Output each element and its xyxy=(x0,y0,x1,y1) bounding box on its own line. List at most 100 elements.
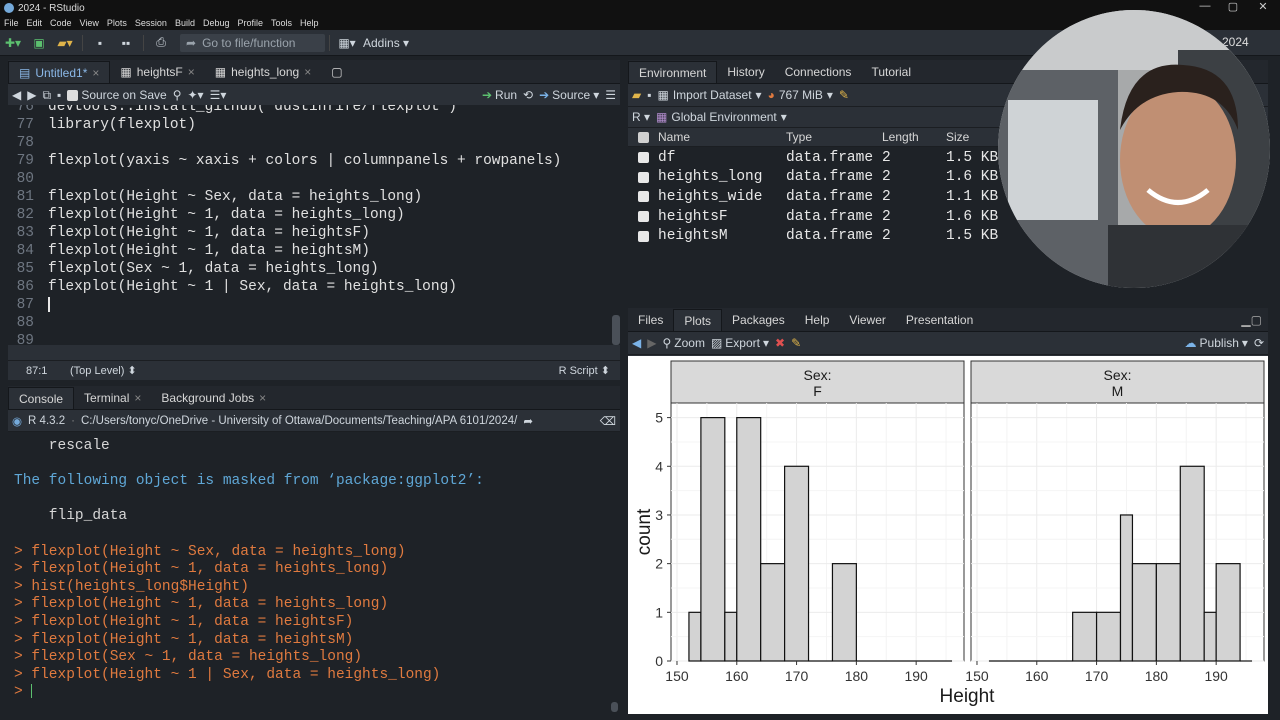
tab-connections[interactable]: Connections xyxy=(775,61,862,83)
export-button[interactable]: ▨ Export ▾ xyxy=(711,336,769,350)
pane-minmax-icon[interactable]: ▁▢ xyxy=(1241,313,1268,331)
new-file-icon[interactable]: ✚▾ xyxy=(3,34,23,52)
column-header-length[interactable]: Length xyxy=(882,130,946,144)
open-file-icon[interactable]: ▰▾ xyxy=(55,34,75,52)
code-line: 83 flexplot(Height ~ 1, data = heightsF) xyxy=(8,224,620,242)
rerun-icon[interactable]: ⟲ xyxy=(523,88,533,102)
column-header-name[interactable]: Name xyxy=(658,130,786,144)
save-workspace-icon[interactable]: ▪ xyxy=(647,88,651,102)
memory-usage-button[interactable]: ◕ 767 MiB ▾ xyxy=(768,88,833,102)
menu-profile[interactable]: Profile xyxy=(234,18,268,28)
previous-plot-icon[interactable]: ◀ xyxy=(632,336,641,350)
x-tick-label: 160 xyxy=(725,668,749,684)
row-checkbox[interactable] xyxy=(638,211,649,223)
show-in-window-icon[interactable]: ⧉ xyxy=(42,88,51,103)
load-workspace-icon[interactable]: ▰ xyxy=(632,88,641,102)
source-button[interactable]: ➔ Source ▾ xyxy=(539,88,599,102)
outline-icon[interactable]: ☰ xyxy=(605,88,616,102)
search-icon[interactable]: ⚲ xyxy=(173,88,182,102)
close-tab-icon[interactable]: × xyxy=(259,391,266,405)
menu-file[interactable]: File xyxy=(0,18,23,28)
goto-file-input[interactable]: ➦ Go to file/function xyxy=(180,33,325,52)
tab-background-jobs[interactable]: Background Jobs × xyxy=(151,387,276,409)
language-selector[interactable]: R ▾ xyxy=(632,110,650,124)
row-checkbox[interactable] xyxy=(638,152,649,164)
print-icon[interactable]: ⎙ xyxy=(151,34,171,52)
select-all-checkbox[interactable] xyxy=(638,131,649,143)
zoom-button[interactable]: ⚲ Zoom xyxy=(662,336,704,350)
new-project-icon[interactable]: ▣ xyxy=(29,34,49,52)
close-tab-icon[interactable]: × xyxy=(304,65,311,79)
scope-selector[interactable]: ▦ Global Environment ▾ xyxy=(656,110,787,124)
menu-tools[interactable]: Tools xyxy=(267,18,296,28)
tab-heights-long[interactable]: ▦ heights_long × xyxy=(205,61,321,83)
environment-icon: ▦ xyxy=(656,110,668,124)
row-checkbox[interactable] xyxy=(638,230,649,242)
menu-code[interactable]: Code xyxy=(46,18,76,28)
editor-vscrollbar[interactable] xyxy=(612,315,620,345)
tab-history[interactable]: History xyxy=(717,61,774,83)
maximize-button[interactable]: ▢ xyxy=(1218,0,1248,13)
tab-plots[interactable]: Plots xyxy=(673,309,723,331)
list-icon[interactable]: ☰▾ xyxy=(210,88,227,102)
close-button[interactable]: ✕ xyxy=(1248,0,1278,13)
broom-icon[interactable]: ✎ xyxy=(839,88,849,102)
menu-plots[interactable]: Plots xyxy=(103,18,131,28)
minimize-button[interactable]: — xyxy=(1190,0,1220,12)
tab-terminal[interactable]: Terminal × xyxy=(74,387,151,409)
tab-packages[interactable]: Packages xyxy=(722,309,795,331)
scope-selector[interactable]: (Top Level) ⬍ xyxy=(62,364,137,377)
row-checkbox[interactable] xyxy=(638,191,649,203)
tab-viewer[interactable]: Viewer xyxy=(839,309,895,331)
working-directory[interactable]: C:/Users/tonyc/OneDrive - University of … xyxy=(81,415,517,427)
menu-session[interactable]: Session xyxy=(131,18,171,28)
menu-view[interactable]: View xyxy=(76,18,103,28)
code-editor[interactable]: 76 devtools::install_github("dustinfife/f… xyxy=(8,105,620,345)
close-tab-icon[interactable]: × xyxy=(188,65,195,79)
import-dataset-button[interactable]: ▦ Import Dataset ▾ xyxy=(658,88,762,102)
console-prompt[interactable]: > xyxy=(14,684,614,702)
addins-button[interactable]: Addins ▾ xyxy=(363,34,409,52)
run-button[interactable]: ➔ Run xyxy=(482,88,517,102)
code-text: flexplot(Height ~ 1 | Sex, data = height… xyxy=(48,279,457,295)
menu-build[interactable]: Build xyxy=(171,18,199,28)
r-logo-icon: ◉ xyxy=(12,415,23,428)
tab-tutorial[interactable]: Tutorial xyxy=(861,61,921,83)
row-checkbox[interactable] xyxy=(638,171,649,183)
back-arrow-icon[interactable]: ◀ xyxy=(12,88,21,102)
column-header-size[interactable]: Size xyxy=(946,130,1006,144)
tab-heightsf[interactable]: ▦ heightsF × xyxy=(110,61,204,83)
wand-icon[interactable]: ✦▾ xyxy=(188,88,204,102)
menu-edit[interactable]: Edit xyxy=(23,18,47,28)
publish-button[interactable]: ☁ Publish ▾ xyxy=(1185,336,1248,350)
console-scrollbar[interactable] xyxy=(611,702,618,712)
file-type-selector[interactable]: R Script ⬍ xyxy=(559,364,620,377)
remove-plot-icon[interactable]: ✖ xyxy=(775,336,785,350)
next-plot-icon[interactable]: ▶ xyxy=(647,336,656,350)
go-to-directory-icon[interactable]: ➦ xyxy=(523,414,533,428)
close-tab-icon[interactable]: × xyxy=(92,66,99,80)
source-on-save-checkbox[interactable]: Source on Save xyxy=(67,88,167,102)
tab-untitled1[interactable]: ▤ Untitled1* × xyxy=(8,61,111,83)
tab-environment[interactable]: Environment xyxy=(628,61,718,83)
menu-help[interactable]: Help xyxy=(296,18,323,28)
refresh-icon[interactable]: ⟳ xyxy=(1254,336,1264,350)
save-icon[interactable]: ▪ xyxy=(57,88,61,102)
tab-help[interactable]: Help xyxy=(795,309,840,331)
pane-layout-icon[interactable]: ▦▾ xyxy=(337,34,357,52)
new-tab-icon[interactable]: ▢ xyxy=(321,61,352,83)
broom-icon[interactable]: ✎ xyxy=(791,336,801,350)
tab-presentation[interactable]: Presentation xyxy=(896,309,983,331)
object-name: heights_long xyxy=(658,169,763,186)
forward-arrow-icon[interactable]: ▶ xyxy=(27,88,36,102)
close-tab-icon[interactable]: × xyxy=(134,391,141,405)
clear-console-icon[interactable]: ⌫ xyxy=(600,414,616,428)
menu-debug[interactable]: Debug xyxy=(199,18,234,28)
save-icon[interactable]: ▪ xyxy=(90,34,110,52)
tab-console[interactable]: Console xyxy=(8,387,75,409)
console-output[interactable]: rescale The following object is masked f… xyxy=(8,432,620,714)
tab-label: heightsF xyxy=(136,65,183,79)
save-all-icon[interactable]: ▪▪ xyxy=(116,34,136,52)
tab-files[interactable]: Files xyxy=(628,309,673,331)
column-header-type[interactable]: Type xyxy=(786,130,882,144)
